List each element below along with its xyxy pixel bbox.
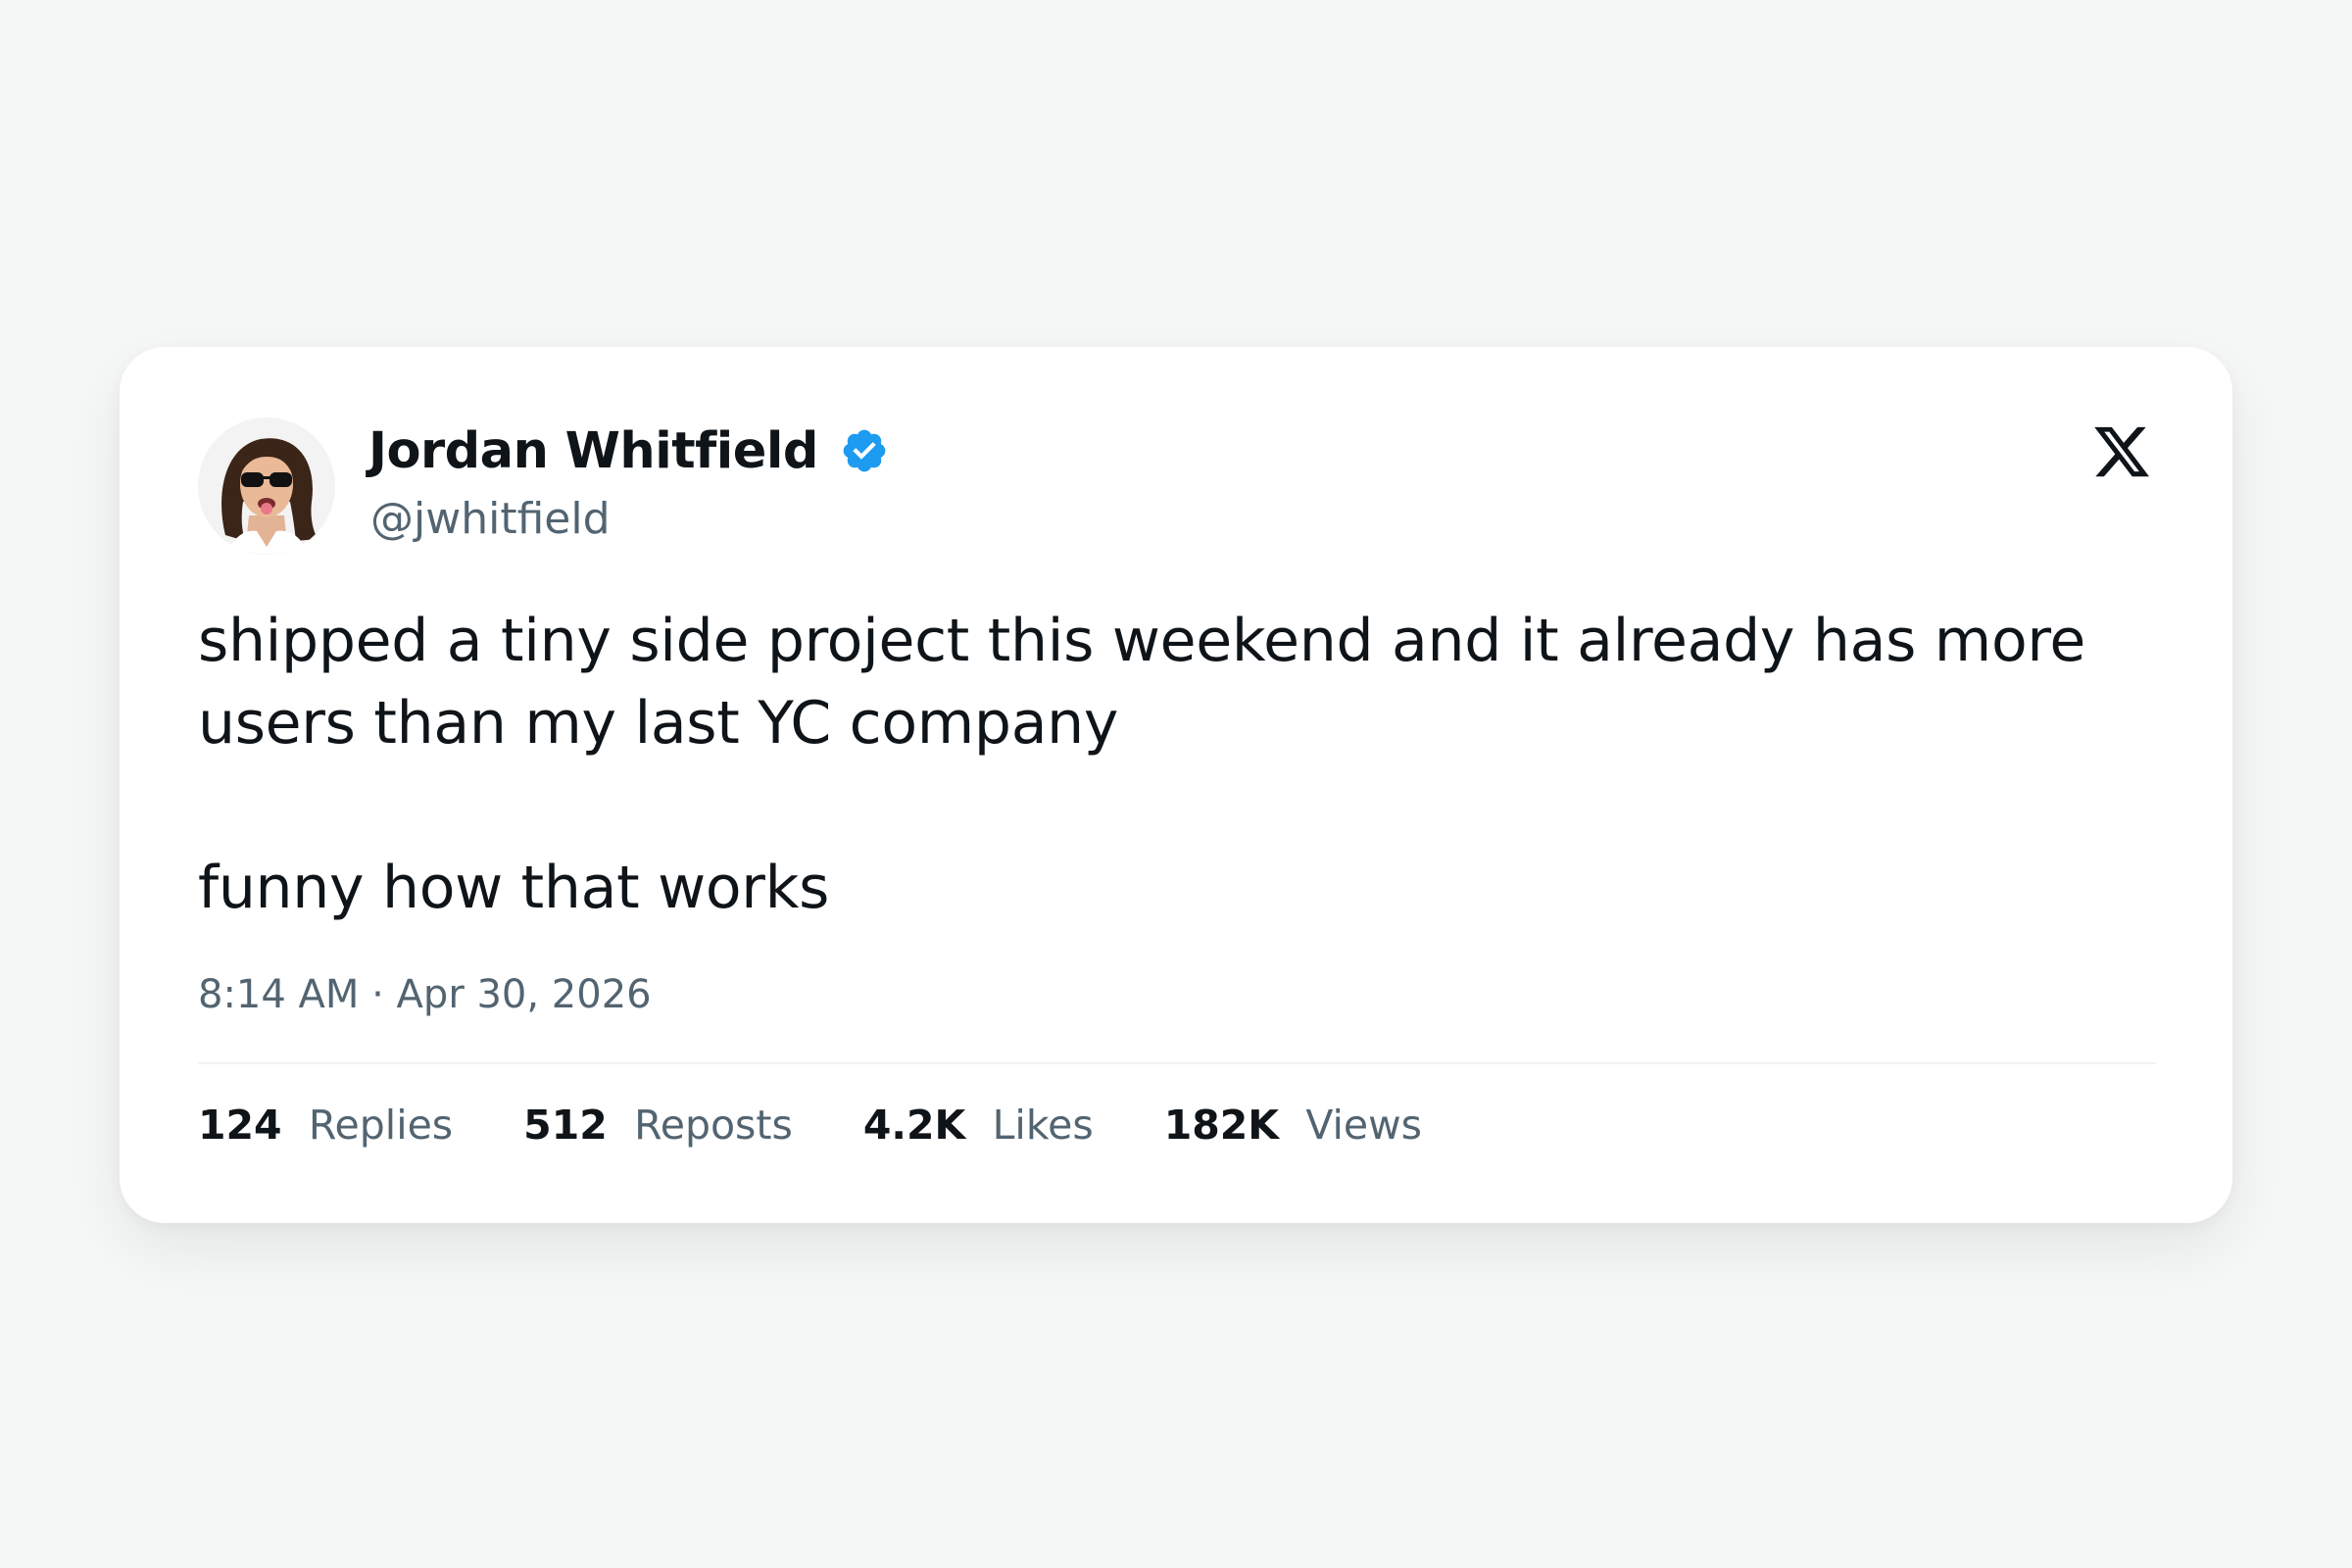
tweet-text: shipped a tiny side project this weekend… [198, 600, 2168, 929]
stat-reposts[interactable]: 512 Reposts [523, 1102, 793, 1149]
tweet-text-line: shipped a tiny side project this weekend… [198, 607, 2086, 758]
tweet-timestamp[interactable]: 8:14 AM · Apr 30, 2026 [198, 972, 652, 1017]
stat-value: 512 [523, 1102, 622, 1149]
author-handle[interactable]: @jwhitfield [370, 494, 611, 544]
stat-label: Likes [992, 1102, 1094, 1149]
author-name-row: Jordan Whitfield [368, 419, 889, 482]
stat-replies[interactable]: 124 Replies [198, 1102, 453, 1149]
stat-label: Replies [308, 1102, 454, 1149]
stat-value: 124 [198, 1102, 296, 1149]
stat-label: Reposts [634, 1102, 793, 1149]
divider [198, 1062, 2156, 1064]
author-name[interactable]: Jordan Whitfield [368, 422, 818, 480]
tweet-text-line: funny how that works [198, 854, 830, 922]
profile-photo [198, 417, 335, 555]
tweet-card: Jordan Whitfield @jwhitfield shipped a t… [120, 347, 2232, 1223]
engagement-stats: 124 Replies 512 Reposts 4.2K Likes 182K … [198, 1102, 1493, 1149]
stat-value: 182K [1163, 1102, 1294, 1149]
stat-views[interactable]: 182K Views [1164, 1102, 1422, 1149]
stat-likes[interactable]: 4.2K Likes [863, 1102, 1094, 1149]
stat-label: Views [1305, 1102, 1423, 1149]
stat-value: 4.2K [862, 1102, 980, 1149]
avatar[interactable] [198, 417, 335, 555]
x-logo-icon[interactable] [2091, 421, 2152, 482]
verified-badge-icon [843, 429, 886, 472]
